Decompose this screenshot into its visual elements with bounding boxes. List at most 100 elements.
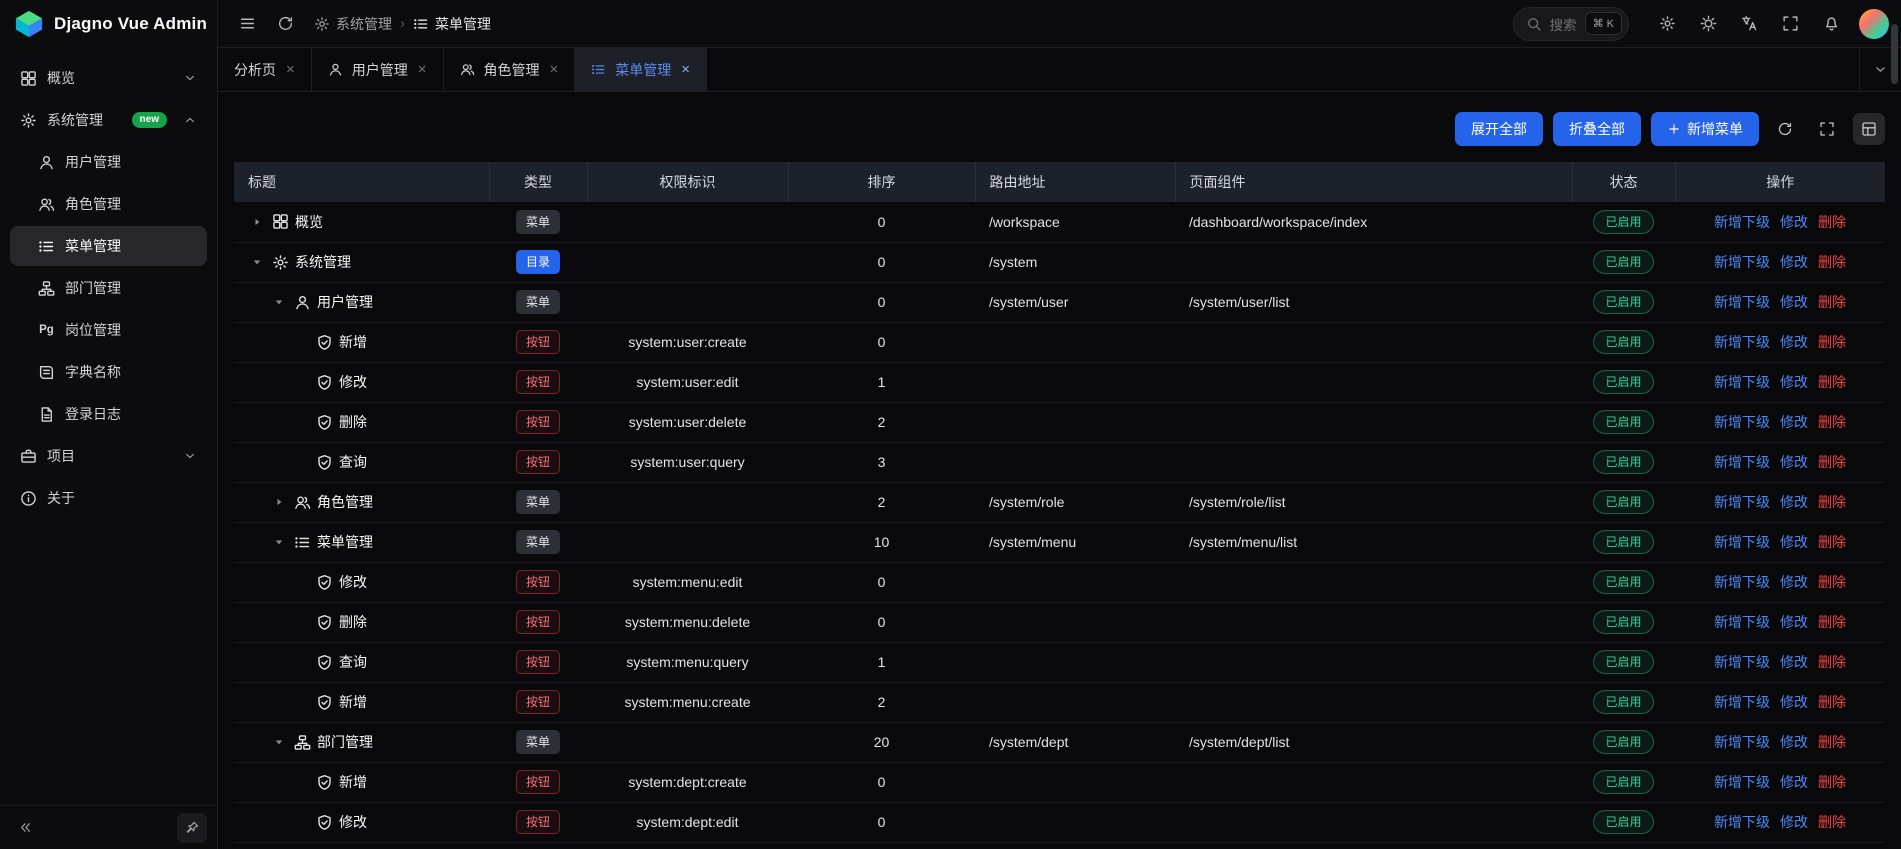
edit-link[interactable]: 修改 xyxy=(1780,734,1808,750)
row-title: 查询 xyxy=(339,652,367,672)
app-logo-row[interactable]: Djagno Vue Admin xyxy=(0,0,217,48)
fullscreen-button[interactable] xyxy=(1773,7,1807,41)
tab-menu-mgmt[interactable]: 菜单管理× xyxy=(575,48,707,91)
delete-link[interactable]: 删除 xyxy=(1818,374,1846,390)
delete-link[interactable]: 删除 xyxy=(1818,454,1846,470)
edit-link[interactable]: 修改 xyxy=(1780,294,1808,310)
delete-link[interactable]: 删除 xyxy=(1818,654,1846,670)
edit-link[interactable]: 修改 xyxy=(1780,414,1808,430)
add-child-link[interactable]: 新增下级 xyxy=(1714,334,1770,350)
breadcrumb-item-system[interactable]: 系统管理 xyxy=(314,14,392,34)
edit-link[interactable]: 修改 xyxy=(1780,334,1808,350)
sidebar-item-role-mgmt[interactable]: 角色管理 xyxy=(10,184,207,224)
global-search[interactable]: 搜索 ⌘ K xyxy=(1513,7,1629,41)
add-child-link[interactable]: 新增下级 xyxy=(1714,414,1770,430)
delete-link[interactable]: 删除 xyxy=(1818,254,1846,270)
notifications-button[interactable] xyxy=(1814,7,1848,41)
add-child-link[interactable]: 新增下级 xyxy=(1714,214,1770,230)
tab-user-mgmt[interactable]: 用户管理× xyxy=(312,48,444,91)
add-child-link[interactable]: 新增下级 xyxy=(1714,814,1770,830)
delete-link[interactable]: 删除 xyxy=(1818,694,1846,710)
add-child-link[interactable]: 新增下级 xyxy=(1714,694,1770,710)
tree-toggle-icon[interactable] xyxy=(248,213,266,231)
toggle-sidebar-button[interactable] xyxy=(230,7,264,41)
add-child-link[interactable]: 新增下级 xyxy=(1714,454,1770,470)
delete-link[interactable]: 删除 xyxy=(1818,334,1846,350)
delete-link[interactable]: 删除 xyxy=(1818,614,1846,630)
expand-all-button[interactable]: 展开全部 xyxy=(1455,112,1543,146)
close-tab-icon[interactable]: × xyxy=(286,62,295,77)
user-avatar[interactable] xyxy=(1859,9,1889,39)
pin-sidebar-button[interactable] xyxy=(177,813,207,843)
add-child-link[interactable]: 新增下级 xyxy=(1714,494,1770,510)
edit-link[interactable]: 修改 xyxy=(1780,574,1808,590)
tree-toggle-icon[interactable] xyxy=(248,253,266,271)
sidebar-item-dept-mgmt[interactable]: 部门管理 xyxy=(10,268,207,308)
collapse-all-button[interactable]: 折叠全部 xyxy=(1553,112,1641,146)
language-button[interactable] xyxy=(1732,7,1766,41)
edit-link[interactable]: 修改 xyxy=(1780,494,1808,510)
add-child-link[interactable]: 新增下级 xyxy=(1714,254,1770,270)
close-tab-icon[interactable]: × xyxy=(550,62,559,77)
sidebar-item-menu-mgmt[interactable]: 菜单管理 xyxy=(10,226,207,266)
menu-icon xyxy=(38,238,55,255)
refresh-table-button[interactable] xyxy=(1769,113,1801,145)
edit-link[interactable]: 修改 xyxy=(1780,614,1808,630)
sidebar-item-system[interactable]: 系统管理new xyxy=(10,100,207,140)
dashboard-icon xyxy=(272,213,289,230)
tree-toggle-icon[interactable] xyxy=(270,533,288,551)
tree-toggle-icon[interactable] xyxy=(270,493,288,511)
add-child-link[interactable]: 新增下级 xyxy=(1714,774,1770,790)
tab-role-mgmt[interactable]: 角色管理× xyxy=(444,48,576,91)
edit-link[interactable]: 修改 xyxy=(1780,694,1808,710)
sidebar-item-about[interactable]: 关于 xyxy=(10,478,207,518)
delete-link[interactable]: 删除 xyxy=(1818,494,1846,510)
close-tab-icon[interactable]: × xyxy=(681,62,690,77)
add-child-link[interactable]: 新增下级 xyxy=(1714,574,1770,590)
refresh-page-button[interactable] xyxy=(268,7,302,41)
add-child-link[interactable]: 新增下级 xyxy=(1714,534,1770,550)
tree-toggle-icon[interactable] xyxy=(270,733,288,751)
edit-link[interactable]: 修改 xyxy=(1780,454,1808,470)
edit-link[interactable]: 修改 xyxy=(1780,534,1808,550)
delete-link[interactable]: 删除 xyxy=(1818,534,1846,550)
sidebar-item-login-log[interactable]: 登录日志 xyxy=(10,394,207,434)
edit-link[interactable]: 修改 xyxy=(1780,214,1808,230)
collapse-sidebar-button[interactable] xyxy=(10,813,40,843)
edit-link[interactable]: 修改 xyxy=(1780,814,1808,830)
delete-link[interactable]: 删除 xyxy=(1818,774,1846,790)
edit-link[interactable]: 修改 xyxy=(1780,374,1808,390)
add-child-link[interactable]: 新增下级 xyxy=(1714,654,1770,670)
table-fullscreen-button[interactable] xyxy=(1811,113,1843,145)
delete-link[interactable]: 删除 xyxy=(1818,734,1846,750)
delete-link[interactable]: 删除 xyxy=(1818,414,1846,430)
sidebar-item-overview[interactable]: 概览 xyxy=(10,58,207,98)
add-child-link[interactable]: 新增下级 xyxy=(1714,294,1770,310)
tree-toggle-icon[interactable] xyxy=(270,293,288,311)
theme-toggle-button[interactable] xyxy=(1691,7,1725,41)
sidebar-item-project[interactable]: 项目 xyxy=(10,436,207,476)
delete-link[interactable]: 删除 xyxy=(1818,294,1846,310)
add-child-link[interactable]: 新增下级 xyxy=(1714,614,1770,630)
scrollbar-thumb[interactable] xyxy=(1891,24,1898,84)
edit-link[interactable]: 修改 xyxy=(1780,254,1808,270)
add-child-link[interactable]: 新增下级 xyxy=(1714,374,1770,390)
caret-placeholder xyxy=(292,413,310,431)
close-tab-icon[interactable]: × xyxy=(418,62,427,77)
tab-analysis[interactable]: 分析页× xyxy=(218,48,312,91)
delete-link[interactable]: 删除 xyxy=(1818,214,1846,230)
column-settings-button[interactable] xyxy=(1853,113,1885,145)
row-title: 查询 xyxy=(339,452,367,472)
delete-link[interactable]: 删除 xyxy=(1818,574,1846,590)
edit-link[interactable]: 修改 xyxy=(1780,774,1808,790)
edit-link[interactable]: 修改 xyxy=(1780,654,1808,670)
sidebar-item-post-mgmt[interactable]: Pg岗位管理 xyxy=(10,310,207,350)
breadcrumb-item-menu[interactable]: 菜单管理 xyxy=(413,14,491,34)
add-menu-button[interactable]: 新增菜单 xyxy=(1651,112,1759,146)
settings-button[interactable] xyxy=(1650,7,1684,41)
add-child-link[interactable]: 新增下级 xyxy=(1714,734,1770,750)
component-path xyxy=(1175,442,1572,482)
delete-link[interactable]: 删除 xyxy=(1818,814,1846,830)
sidebar-item-dict-mgmt[interactable]: 字典名称 xyxy=(10,352,207,392)
sidebar-item-user-mgmt[interactable]: 用户管理 xyxy=(10,142,207,182)
